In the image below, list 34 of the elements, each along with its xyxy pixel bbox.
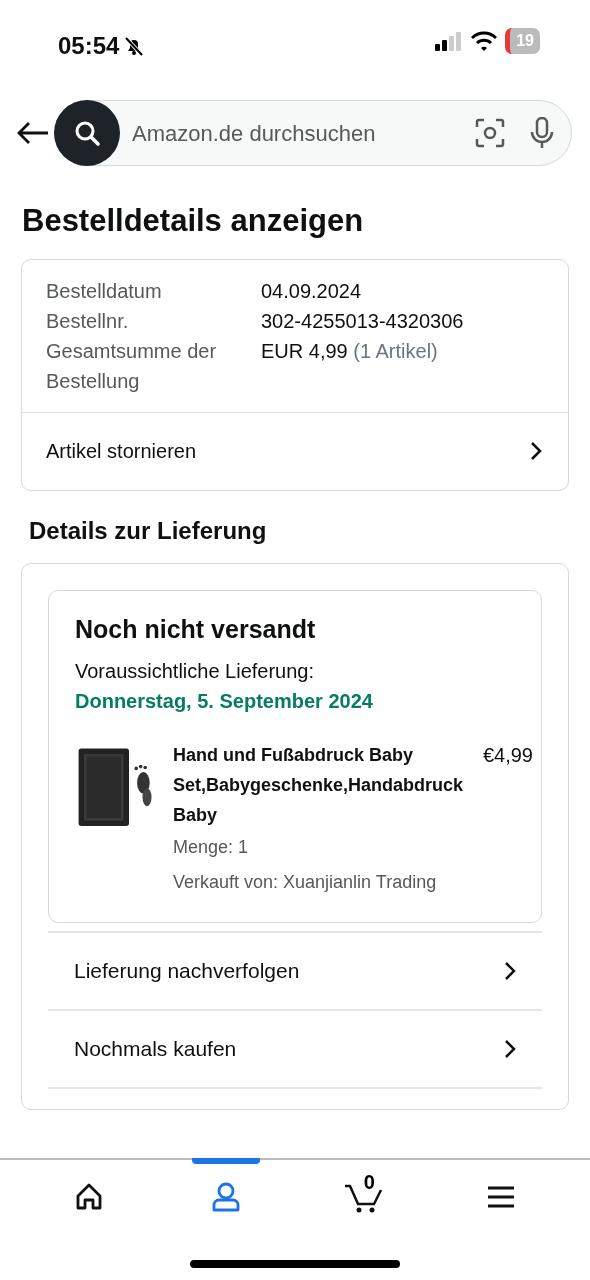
camera-scan-icon[interactable] — [475, 118, 505, 148]
search-field[interactable]: Amazon.de durchsuchen — [120, 115, 475, 151]
clock-time: 05:54 — [58, 31, 120, 61]
wifi-icon — [471, 31, 498, 51]
action-row[interactable]: Nochmals kaufen — [48, 1009, 542, 1087]
battery-indicator: 19 — [505, 28, 540, 54]
delivery-date: Donnerstag, 5. September 2024 — [75, 689, 374, 714]
chevron-right-icon — [502, 960, 518, 982]
field-label: Gesamtsumme der Bestellung — [46, 338, 218, 394]
section-heading: Details zur Lieferung — [29, 515, 268, 546]
chevron-right-icon — [502, 1038, 518, 1060]
product-price: €4,99 — [481, 743, 534, 768]
quantity-text: Menge: 1 — [173, 836, 250, 859]
microphone-icon[interactable] — [529, 117, 555, 149]
shipment-status: Noch nicht versandt — [75, 613, 317, 645]
field-label: Bestelldatum — [46, 278, 163, 304]
seller-text: Verkauft von: Xuanjianlin Trading — [173, 871, 438, 894]
cancel-items-link[interactable]: Artikel stornieren — [22, 411, 568, 490]
field-value: EUR 4,99 — [261, 339, 348, 362]
item-count: (1 Artikel) — [353, 339, 438, 362]
field-value: 04.09.2024 — [261, 278, 362, 304]
back-arrow-icon[interactable] — [16, 121, 50, 145]
action-row[interactable]: Lieferung nachverfolgen — [48, 931, 542, 1009]
search-bar[interactable]: Amazon.de durchsuchen — [54, 100, 572, 166]
delivery-estimate-label: Voraussichtliche Lieferung: — [75, 659, 316, 684]
cart-count: 0 — [363, 1172, 375, 1192]
product-title[interactable]: Hand und Fußabdruck Baby Set,Babygeschenke,Handabdruck Baby — [173, 740, 479, 830]
chevron-right-icon — [528, 440, 544, 462]
cart-tab[interactable]: 0 — [323, 1160, 404, 1234]
search-icon — [73, 119, 101, 147]
page-title: Bestelldetails anzeigen — [22, 202, 365, 240]
field-value: 302-4255013-4320306 — [261, 308, 464, 334]
signal-icon — [435, 31, 464, 51]
field-label: Bestellnr. — [46, 308, 130, 334]
